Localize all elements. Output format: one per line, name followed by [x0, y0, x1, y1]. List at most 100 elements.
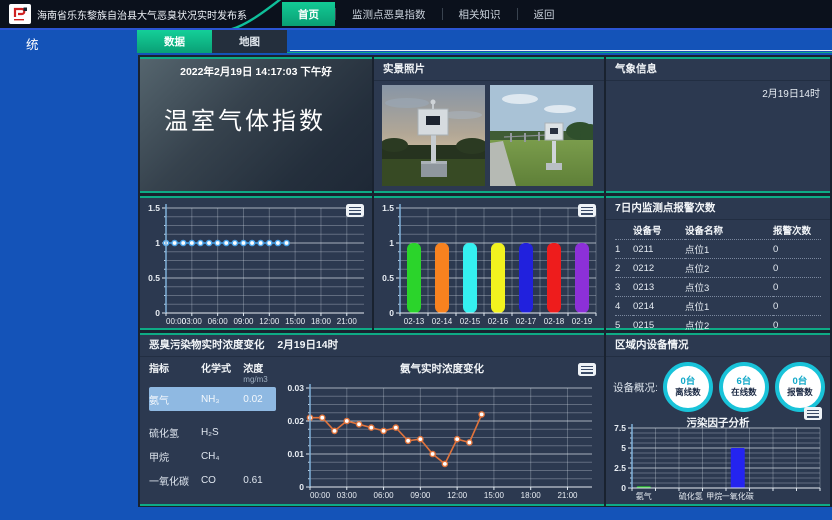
svg-text:02-16: 02-16 — [488, 317, 509, 326]
nav-item-knowledge[interactable]: 相关知识 — [443, 2, 517, 26]
weather-time: 2月19日14时 — [606, 81, 830, 104]
svg-text:5: 5 — [621, 443, 626, 453]
svg-text:1: 1 — [155, 238, 160, 248]
odor-row-ammonia[interactable]: 氨气 NH₃ 0.02 — [149, 387, 276, 411]
site-photo-dusk — [382, 85, 488, 186]
device-id: 0214 — [633, 297, 685, 316]
device-name: 点位1 — [685, 240, 773, 259]
device-stat-circles: 0台 离线数 6台 在线数 0台 报警数 — [663, 362, 825, 412]
photo-strip — [374, 81, 604, 190]
svg-text:06:00: 06:00 — [208, 317, 229, 326]
nav-item-odor-index[interactable]: 监测点恶臭指数 — [336, 2, 442, 26]
chart-toolbox-icon[interactable] — [578, 363, 596, 376]
title-wrapped-char: 统 — [26, 34, 39, 53]
svg-text:硫化氢: 硫化氢 — [679, 491, 703, 501]
svg-text:0.02: 0.02 — [287, 416, 304, 426]
svg-text:06:00: 06:00 — [374, 491, 395, 500]
svg-text:0: 0 — [299, 482, 304, 492]
odor-table: 指标 化学式 浓度 mg/m3 氨气 NH₃ 0.02 硫化氢 H₂S 甲烷 C… — [140, 357, 280, 504]
weather-panel: 气象信息 2月19日14时 — [606, 57, 830, 193]
alarm-count: 0 — [773, 316, 821, 335]
pollutant-value: 0.02 — [243, 394, 276, 405]
online-count: 6台 — [737, 377, 752, 388]
alarm-col-count: 报警次数 — [773, 221, 821, 240]
odor-row-h2s[interactable]: 硫化氢 H₂S — [149, 420, 276, 444]
odor-col-concentration: 浓度 mg/m3 — [243, 360, 276, 384]
pollutant-value: 0.61 — [243, 475, 276, 486]
alarm-col-device-id: 设备号 — [633, 221, 685, 240]
field-photo-illustration — [490, 85, 593, 186]
odor-panel-header: 恶臭污染物实时浓度变化 2月19日14时 — [140, 335, 604, 357]
daily-index-chart-panel: 00.511.502-1302-1402-1502-1602-1702-1802… — [374, 196, 604, 330]
index-line-chart[interactable]: 00.511.500:0003:0006:0009:0012:0015:0018… — [140, 198, 372, 328]
device-name: 点位2 — [685, 316, 773, 335]
odor-row-methane[interactable]: 甲烷 CH₄ — [149, 444, 276, 468]
chart-toolbox-icon[interactable] — [346, 204, 364, 217]
nav-item-home[interactable]: 首页 — [282, 2, 335, 26]
alarm-panel-title: 7日内监测点报警次数 — [606, 198, 830, 220]
concentration-unit: mg/m3 — [243, 375, 276, 384]
pollutant-formula: H₂S — [201, 427, 243, 438]
odor-pollutants-panel: 恶臭污染物实时浓度变化 2月19日14时 指标 化学式 浓度 mg/m3 氨气 … — [140, 333, 604, 506]
swoosh-accent — [226, 0, 284, 28]
pollutant-formula: NH₃ — [201, 394, 243, 405]
odor-row-co[interactable]: 一氧化碳 CO 0.61 — [149, 468, 276, 492]
logo-icon — [11, 6, 29, 22]
chart-toolbox-icon[interactable] — [578, 204, 596, 217]
svg-text:一氧化碳: 一氧化碳 — [722, 491, 754, 501]
alarm-row: 1 0211 点位1 0 — [615, 240, 821, 259]
svg-text:03:00: 03:00 — [182, 317, 203, 326]
nav-item-back[interactable]: 返回 — [518, 2, 571, 26]
alarm-row: 3 0213 点位3 0 — [615, 278, 821, 297]
alarm-col-device-name: 设备名称 — [685, 221, 773, 240]
alarm-count: 0 — [773, 240, 821, 259]
pollutant-name: 一氧化碳 — [149, 473, 201, 488]
device-name: 点位1 — [685, 297, 773, 316]
ammonia-line-chart[interactable]: 00.010.020.0300:0003:0006:0009:0012:0015… — [280, 378, 602, 502]
photos-panel-title: 实景照片 — [374, 59, 604, 81]
svg-text:02-14: 02-14 — [432, 317, 453, 326]
svg-text:02-17: 02-17 — [516, 317, 537, 326]
svg-text:09:00: 09:00 — [410, 491, 431, 500]
svg-text:7.5: 7.5 — [614, 423, 626, 433]
greenhouse-index-chart-panel: 00.511.500:0003:0006:0009:0012:0015:0018… — [140, 196, 372, 330]
stat-online: 6台 在线数 — [719, 362, 769, 412]
chart-toolbox-icon[interactable] — [804, 407, 822, 420]
svg-text:21:00: 21:00 — [337, 317, 358, 326]
alarm-count: 0 — [773, 297, 821, 316]
device-id: 0212 — [633, 259, 685, 278]
svg-text:12:00: 12:00 — [259, 317, 280, 326]
svg-text:21:00: 21:00 — [557, 491, 578, 500]
device-name: 点位3 — [685, 278, 773, 297]
alarm-header-row: 设备号 设备名称 报警次数 — [615, 221, 821, 240]
main-nav: 首页 监测点恶臭指数 相关知识 返回 — [282, 2, 571, 26]
alarm-row: 2 0212 点位2 0 — [615, 259, 821, 278]
alarm-count: 0 — [773, 259, 821, 278]
alarm-count: 0台 — [793, 377, 808, 388]
svg-text:1.5: 1.5 — [148, 203, 160, 213]
svg-text:00:00: 00:00 — [310, 491, 331, 500]
svg-text:氨气: 氨气 — [636, 491, 652, 501]
device-id: 0215 — [633, 316, 685, 335]
pollutant-formula: CO — [201, 475, 243, 486]
pollution-factor-bar-chart[interactable]: 02.557.5氨气硫化氢甲烷一氧化碳 — [608, 418, 828, 502]
ammonia-chart-title: 氨气实时浓度变化 — [280, 361, 604, 376]
daily-bar-chart[interactable]: 00.511.502-1302-1402-1502-1602-1702-1802… — [374, 198, 604, 328]
device-overview-label: 设备概况: — [613, 380, 658, 395]
app-logo — [9, 4, 31, 24]
site-photo-field — [490, 85, 596, 186]
svg-text:03:00: 03:00 — [337, 491, 358, 500]
devices-panel-title: 区域内设备情况 — [606, 335, 830, 357]
weather-panel-title: 气象信息 — [606, 59, 830, 81]
tab-data[interactable]: 数据 — [137, 30, 212, 53]
alarm-row: 5 0215 点位2 0 — [615, 316, 821, 335]
pollutant-name: 氨气 — [149, 392, 201, 407]
svg-text:1: 1 — [389, 238, 394, 248]
tab-underline-white — [290, 50, 832, 51]
row-index: 5 — [615, 316, 633, 335]
tab-map[interactable]: 地图 — [212, 30, 287, 53]
device-name: 点位2 — [685, 259, 773, 278]
pollutant-name: 硫化氢 — [149, 425, 201, 440]
device-id: 0211 — [633, 240, 685, 259]
device-overview-row: 设备概况: 0台 离线数 6台 在线数 0台 报警数 — [606, 357, 830, 412]
